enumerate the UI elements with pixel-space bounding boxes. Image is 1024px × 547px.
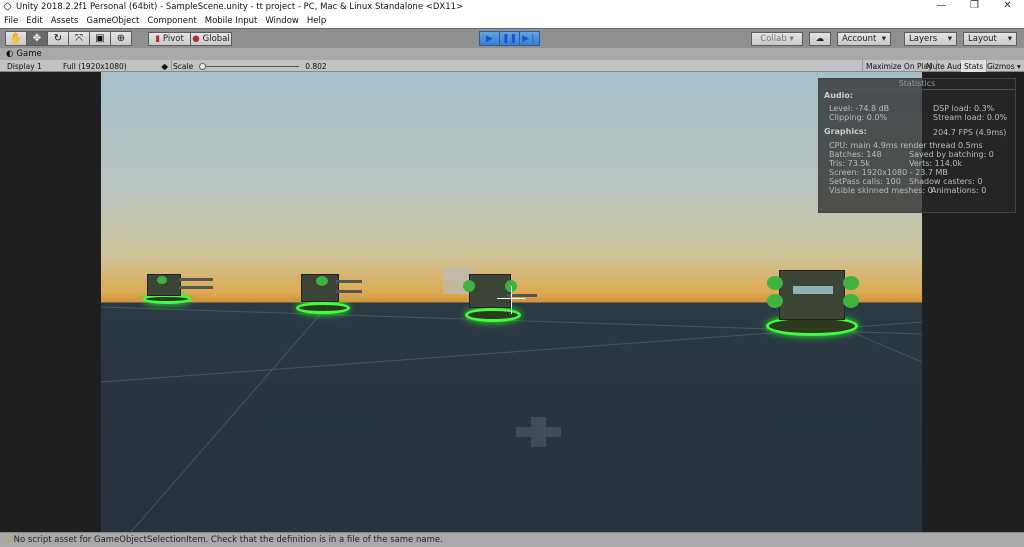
layout-dropdown[interactable]: Layout ▾ — [963, 32, 1017, 46]
audio-clipping: Clipping: 0.0% — [829, 113, 888, 122]
animations: Animations: 0 — [931, 186, 987, 195]
statistics-panel: Statistics Audio: Level: -74.8 dB Clippi… — [818, 78, 1016, 213]
game-toolbar: Display 1 ◆ Full (1920x1080) ◆ Scale 0.802… — [0, 60, 1024, 72]
menu-mobile-input[interactable]: Mobile Input — [205, 16, 258, 26]
collab-button[interactable]: Collab ▾ — [751, 32, 803, 46]
step-button[interactable]: ▶❘ — [519, 31, 540, 46]
gizmos-dropdown[interactable]: Gizmos ▾ — [984, 60, 1024, 72]
menu-window[interactable]: Window — [265, 16, 299, 26]
origin-cross-icon — [516, 417, 561, 447]
close-button[interactable]: ✕ — [991, 0, 1024, 11]
move-tool-icon[interactable]: ✥ — [26, 31, 48, 46]
game-tab-icon: ◐ — [6, 49, 14, 59]
menu-help[interactable]: Help — [307, 16, 326, 26]
play-button[interactable]: ▶ — [479, 31, 500, 46]
warning-icon: ⚠ — [3, 535, 11, 545]
account-dropdown[interactable]: Account ▾ — [837, 32, 891, 46]
gizmos-label: Gizmos — [987, 61, 1015, 71]
title-bar: Unity 2018.2.2f1 Personal (64bit) - Samp… — [0, 0, 1024, 13]
main-toolbar: ✋ ✥ ↻ ⤧ ▣ ⊕ ▮ Pivot ● Global ▶ ❚❚ ▶❘ Colla… — [0, 28, 1024, 48]
scale-slider-thumb[interactable] — [199, 62, 207, 70]
pivot-button[interactable]: ▮ Pivot — [148, 32, 191, 46]
menu-component[interactable]: Component — [147, 16, 196, 26]
resolution-dropdown[interactable]: Full (1920x1080) ◆ — [60, 60, 170, 72]
display-label: Display 1 — [7, 61, 42, 71]
tab-game[interactable]: ◐ Game — [0, 48, 1024, 60]
status-bar[interactable]: ⚠ No script asset for GameObjectSelectio… — [0, 532, 1024, 547]
game-view[interactable] — [101, 72, 922, 532]
stats-label: Stats — [964, 61, 984, 71]
cloud-icon[interactable]: ☁ — [809, 32, 831, 46]
graphics-heading: Graphics: — [824, 127, 867, 136]
hand-tool-icon[interactable]: ✋ — [5, 31, 27, 46]
layers-label: Layers — [909, 34, 938, 44]
visible-skinned-meshes: Visible skinned meshes: 0 — [829, 186, 933, 195]
scale-label: Scale — [173, 61, 194, 71]
pivot-label: Pivot — [162, 34, 184, 44]
fps: 204.7 FPS (4.9ms) — [933, 128, 1007, 137]
scale-slider[interactable]: Scale 0.802 — [170, 60, 330, 72]
global-button[interactable]: ● Global — [190, 32, 232, 46]
transform-tool-icon[interactable]: ⊕ — [110, 31, 132, 46]
layout-label: Layout — [968, 34, 997, 44]
rect-tool-icon[interactable]: ▣ — [89, 31, 111, 46]
global-label: Global — [202, 34, 230, 44]
menu-file[interactable]: File — [4, 16, 18, 26]
minimize-button[interactable]: — — [925, 0, 958, 11]
statistics-title: Statistics — [819, 79, 1015, 90]
game-tab-label: Game — [16, 49, 42, 59]
unity-logo-icon — [3, 2, 12, 11]
collab-label: Collab — [760, 34, 787, 44]
menu-edit[interactable]: Edit — [26, 16, 42, 26]
menu-assets[interactable]: Assets — [51, 16, 79, 26]
scale-value: 0.802 — [305, 61, 327, 71]
menu-gameobject[interactable]: GameObject — [86, 16, 139, 26]
status-message: No script asset for GameObjectSelectionI… — [13, 535, 443, 545]
pause-button[interactable]: ❚❚ — [499, 31, 520, 46]
rotate-tool-icon[interactable]: ↻ — [47, 31, 69, 46]
audio-heading: Audio: — [824, 91, 854, 100]
account-label: Account — [842, 34, 877, 44]
window-title: Unity 2018.2.2f1 Personal (64bit) - Samp… — [16, 1, 464, 12]
stream-load: Stream load: 0.0% — [933, 113, 1008, 122]
resolution-label: Full (1920x1080) — [63, 61, 127, 71]
layers-dropdown[interactable]: Layers ▾ — [904, 32, 957, 46]
scale-tool-icon[interactable]: ⤧ — [68, 31, 90, 46]
menu-bar: File Edit Assets GameObject Component Mo… — [0, 13, 1024, 28]
maximize-button[interactable]: ❐ — [958, 0, 991, 11]
